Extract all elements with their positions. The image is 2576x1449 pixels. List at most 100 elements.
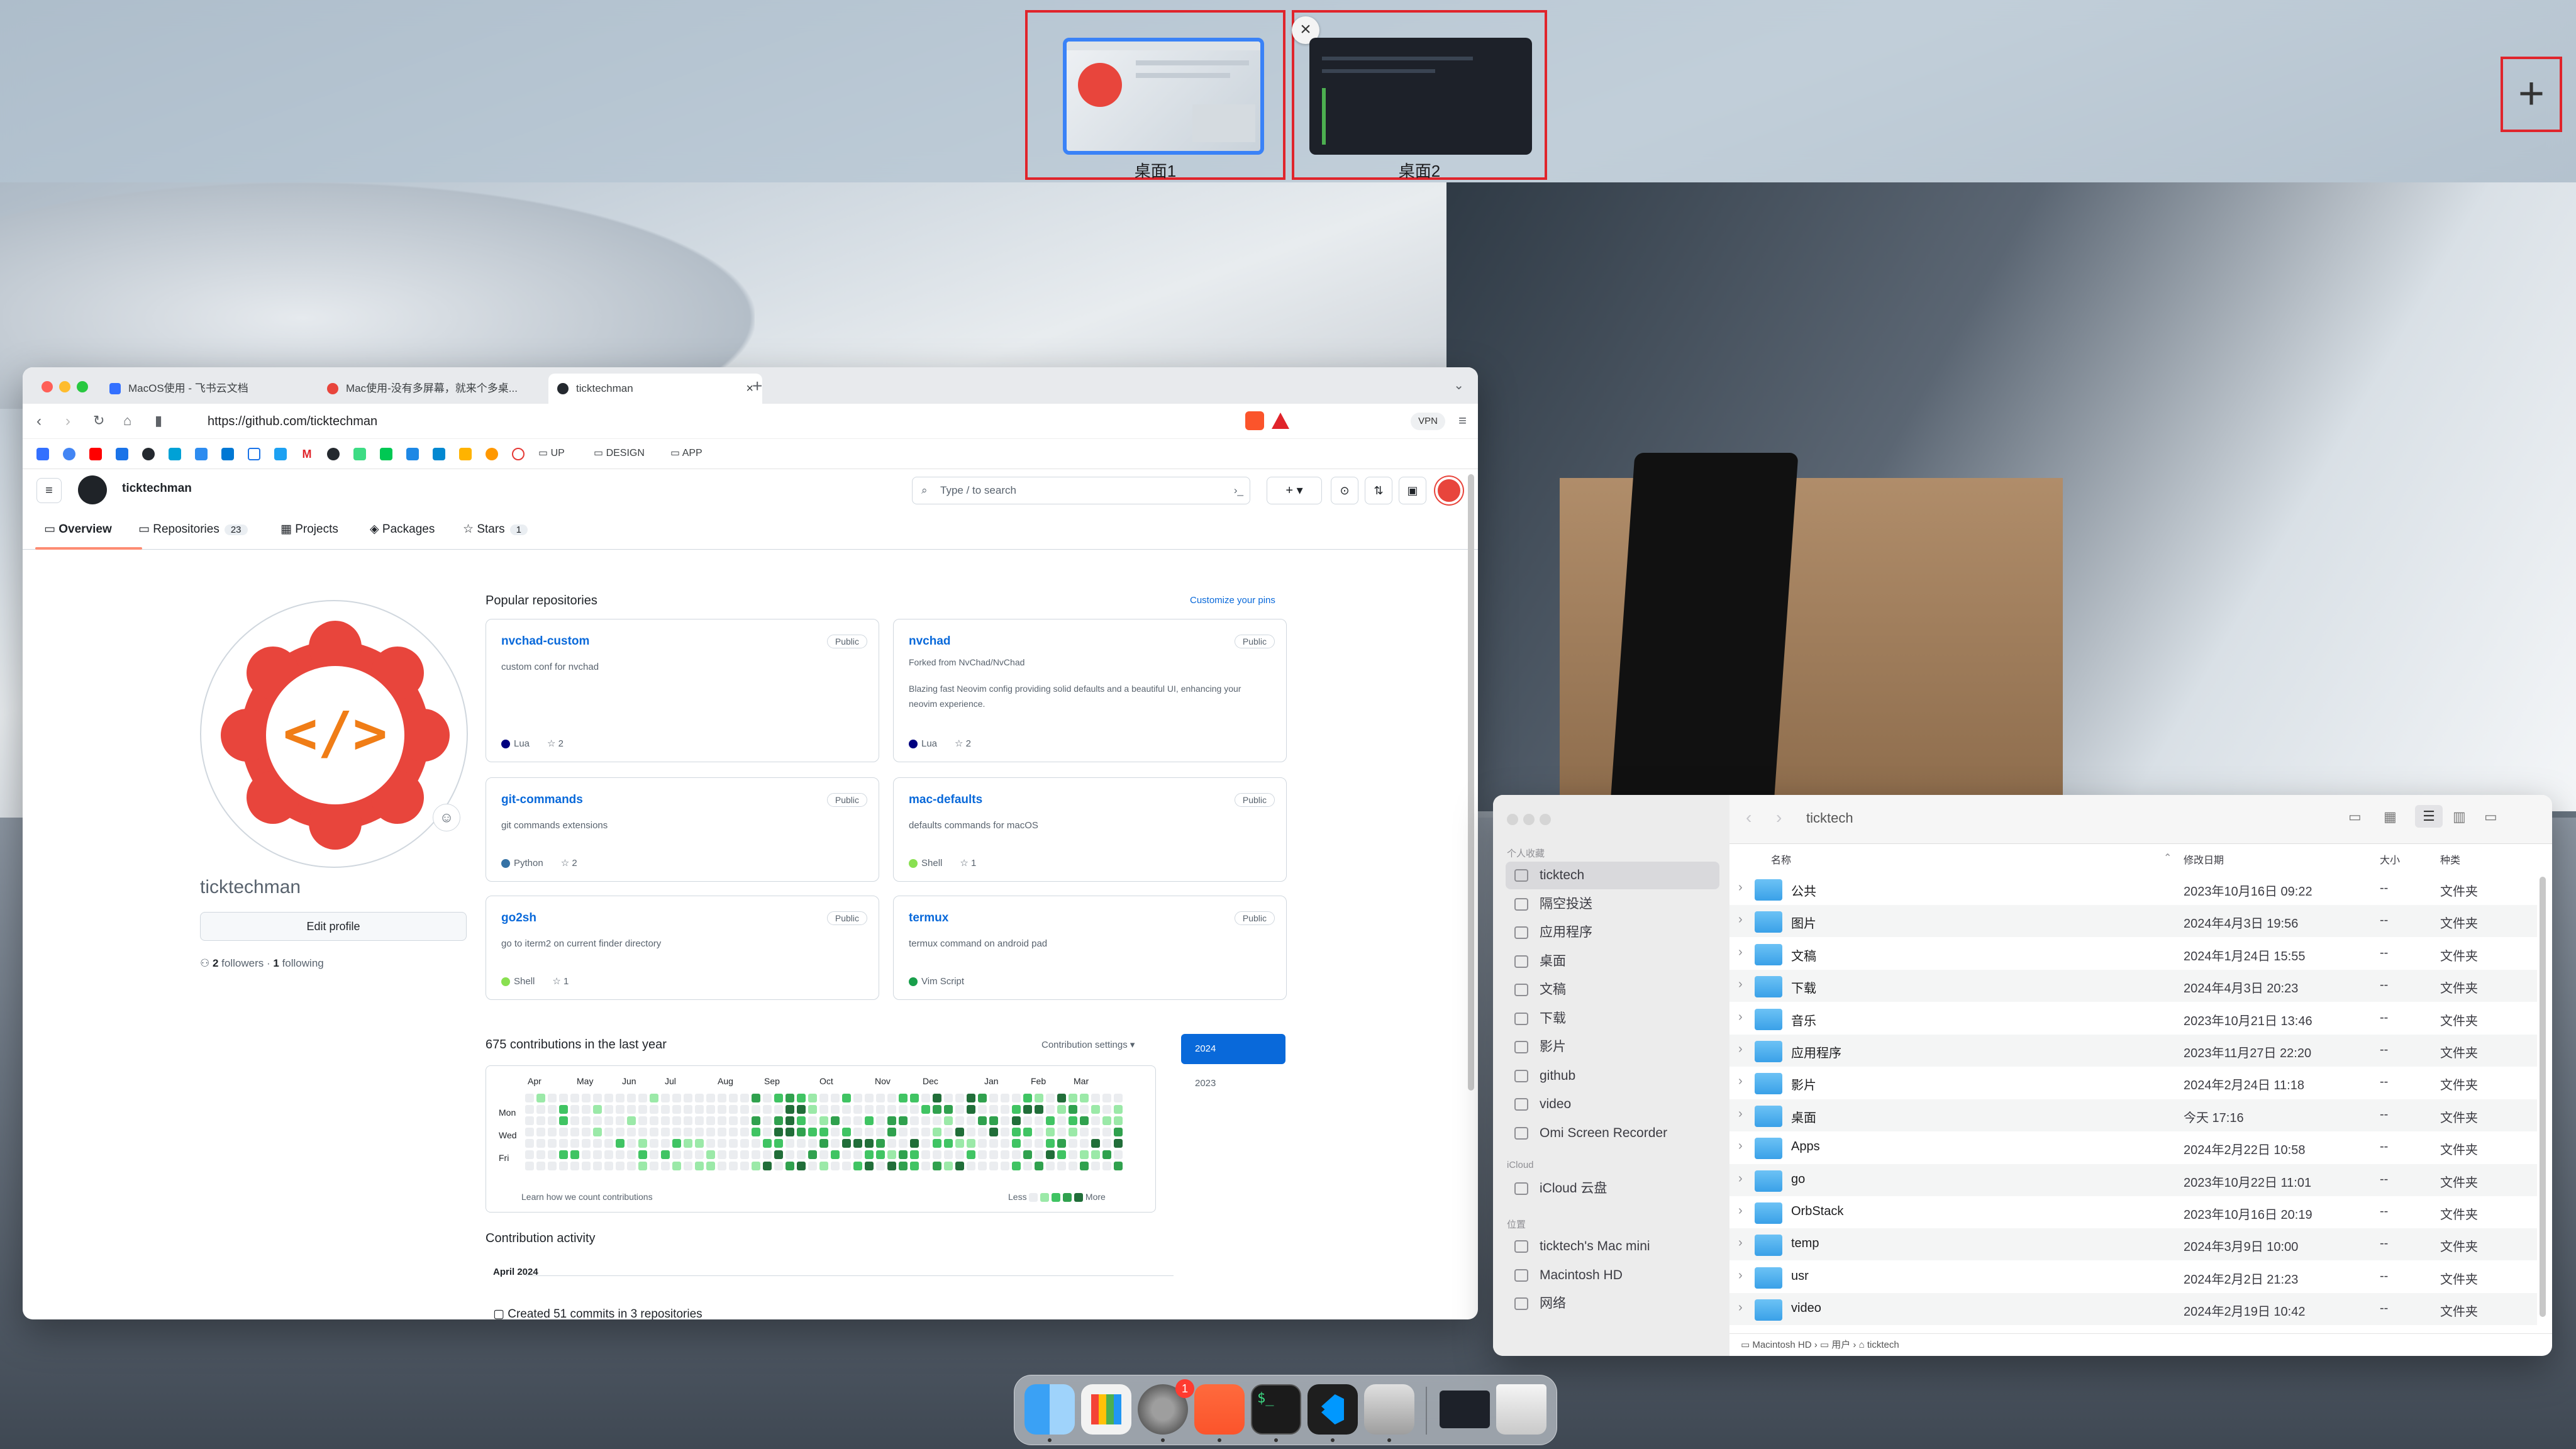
contribution-cell[interactable] xyxy=(1012,1162,1021,1170)
sidebar-item[interactable]: 应用程序 xyxy=(1506,919,1719,947)
contribution-cell[interactable] xyxy=(786,1162,794,1170)
contribution-cell[interactable] xyxy=(1035,1162,1043,1170)
gallery-view-icon[interactable]: ▭ xyxy=(2484,809,2497,825)
contribution-cell[interactable] xyxy=(627,1094,636,1102)
contribution-cell[interactable] xyxy=(627,1105,636,1114)
contribution-cell[interactable] xyxy=(989,1128,998,1136)
menu-icon[interactable]: ≡ xyxy=(1458,413,1467,429)
github-icon[interactable] xyxy=(327,448,340,460)
contribution-cell[interactable] xyxy=(831,1094,840,1102)
disclosure-chevron-right-icon[interactable]: › xyxy=(1738,1269,1743,1283)
contribution-cell[interactable] xyxy=(627,1150,636,1159)
finder-icon[interactable] xyxy=(1024,1384,1075,1435)
contribution-cell[interactable] xyxy=(978,1128,987,1136)
contribution-cell[interactable] xyxy=(763,1094,772,1102)
contribution-cell[interactable] xyxy=(797,1105,806,1114)
bookmark-item[interactable] xyxy=(486,448,498,460)
contribution-cell[interactable] xyxy=(887,1094,896,1102)
sidebar-item[interactable]: 影片 xyxy=(1506,1033,1719,1061)
sidebar-item[interactable]: ticktech's Mac mini xyxy=(1506,1233,1719,1260)
contribution-cell[interactable] xyxy=(695,1139,704,1148)
sidebar-item[interactable]: 隔空投送 xyxy=(1506,891,1719,918)
contribution-cell[interactable] xyxy=(853,1128,862,1136)
contribution-cell[interactable] xyxy=(1091,1128,1100,1136)
contribution-cell[interactable] xyxy=(955,1162,964,1170)
repo-card[interactable]: mac-defaults Public defaults commands fo… xyxy=(893,777,1287,882)
contribution-cell[interactable] xyxy=(559,1162,568,1170)
contribution-cell[interactable] xyxy=(819,1139,828,1148)
contribution-cell[interactable] xyxy=(944,1162,953,1170)
list-view-icon[interactable]: ☰ xyxy=(2415,805,2443,828)
contribution-cell[interactable] xyxy=(831,1162,840,1170)
contribution-cell[interactable] xyxy=(752,1162,760,1170)
year-2024-button[interactable]: 2024 xyxy=(1181,1034,1285,1064)
contribution-cell[interactable] xyxy=(650,1139,658,1148)
contribution-cell[interactable] xyxy=(876,1128,885,1136)
contribution-cell[interactable] xyxy=(1057,1139,1066,1148)
tab-overview[interactable]: ▭ Overview xyxy=(44,522,112,536)
bookmark-icon[interactable]: ▮ xyxy=(155,413,162,429)
space-thumbnail[interactable] xyxy=(1309,38,1532,155)
path-segment[interactable]: Macintosh HD xyxy=(1752,1340,1811,1350)
contribution-cell[interactable] xyxy=(570,1150,579,1159)
contribution-cell[interactable] xyxy=(978,1105,987,1114)
contribution-cell[interactable] xyxy=(638,1150,647,1159)
contribution-cell[interactable] xyxy=(752,1094,760,1102)
contribution-cell[interactable] xyxy=(1102,1139,1111,1148)
contribution-cell[interactable] xyxy=(989,1105,998,1114)
contribution-cell[interactable] xyxy=(672,1150,681,1159)
contribution-cell[interactable] xyxy=(695,1162,704,1170)
contribution-cell[interactable] xyxy=(978,1116,987,1125)
contribution-cell[interactable] xyxy=(819,1116,828,1125)
contribution-cell[interactable] xyxy=(842,1128,851,1136)
contribution-cell[interactable] xyxy=(842,1150,851,1159)
contribution-cell[interactable] xyxy=(706,1094,715,1102)
column-name[interactable]: 名称 xyxy=(1771,852,1791,867)
contribution-cell[interactable] xyxy=(1023,1105,1032,1114)
contribution-cell[interactable] xyxy=(672,1105,681,1114)
bookmark-item[interactable] xyxy=(380,448,392,460)
column-view-icon[interactable]: ▥ xyxy=(2453,809,2466,825)
bookmark-item[interactable] xyxy=(195,448,208,460)
contribution-cell[interactable] xyxy=(1046,1105,1055,1114)
disclosure-chevron-right-icon[interactable]: › xyxy=(1738,880,1743,895)
icon-view-icon[interactable]: ▦ xyxy=(2384,809,2397,825)
contribution-cell[interactable] xyxy=(650,1150,658,1159)
contribution-cell[interactable] xyxy=(933,1128,941,1136)
contribution-cell[interactable] xyxy=(706,1105,715,1114)
contribution-cell[interactable] xyxy=(1114,1150,1123,1159)
disclosure-chevron-right-icon[interactable]: › xyxy=(1738,1010,1743,1024)
contribution-cell[interactable] xyxy=(786,1128,794,1136)
contribution-cell[interactable] xyxy=(536,1105,545,1114)
contribution-cell[interactable] xyxy=(1012,1139,1021,1148)
contribution-cell[interactable] xyxy=(582,1116,591,1125)
contribution-cell[interactable] xyxy=(774,1128,783,1136)
contribution-cell[interactable] xyxy=(706,1116,715,1125)
contribution-cell[interactable] xyxy=(752,1139,760,1148)
contribution-cell[interactable] xyxy=(1035,1094,1043,1102)
contribution-cell[interactable] xyxy=(1080,1162,1089,1170)
contribution-cell[interactable] xyxy=(684,1150,692,1159)
contribution-cell[interactable] xyxy=(752,1128,760,1136)
bookmark-folder[interactable]: ▭ UP xyxy=(538,447,565,459)
contribution-cell[interactable] xyxy=(797,1116,806,1125)
contribution-cell[interactable] xyxy=(853,1105,862,1114)
contribution-cell[interactable] xyxy=(910,1139,919,1148)
contribution-cell[interactable] xyxy=(559,1128,568,1136)
contribution-cell[interactable] xyxy=(944,1116,953,1125)
contribution-cell[interactable] xyxy=(899,1128,908,1136)
new-tab-button[interactable]: + xyxy=(752,376,762,396)
contribution-cell[interactable] xyxy=(989,1094,998,1102)
bookmark-item[interactable] xyxy=(36,448,49,460)
forward-icon[interactable]: › xyxy=(1776,808,1782,828)
contribution-cell[interactable] xyxy=(740,1162,749,1170)
sidebar-item[interactable]: Macintosh HD xyxy=(1506,1262,1719,1289)
contribution-cell[interactable] xyxy=(525,1116,534,1125)
disclosure-chevron-right-icon[interactable]: › xyxy=(1738,1236,1743,1250)
contribution-cell[interactable] xyxy=(740,1139,749,1148)
contribution-cell[interactable] xyxy=(548,1105,557,1114)
contribution-cell[interactable] xyxy=(865,1150,874,1159)
disclosure-chevron-right-icon[interactable]: › xyxy=(1738,1301,1743,1315)
contribution-cell[interactable] xyxy=(1069,1128,1077,1136)
contribution-cell[interactable] xyxy=(944,1128,953,1136)
